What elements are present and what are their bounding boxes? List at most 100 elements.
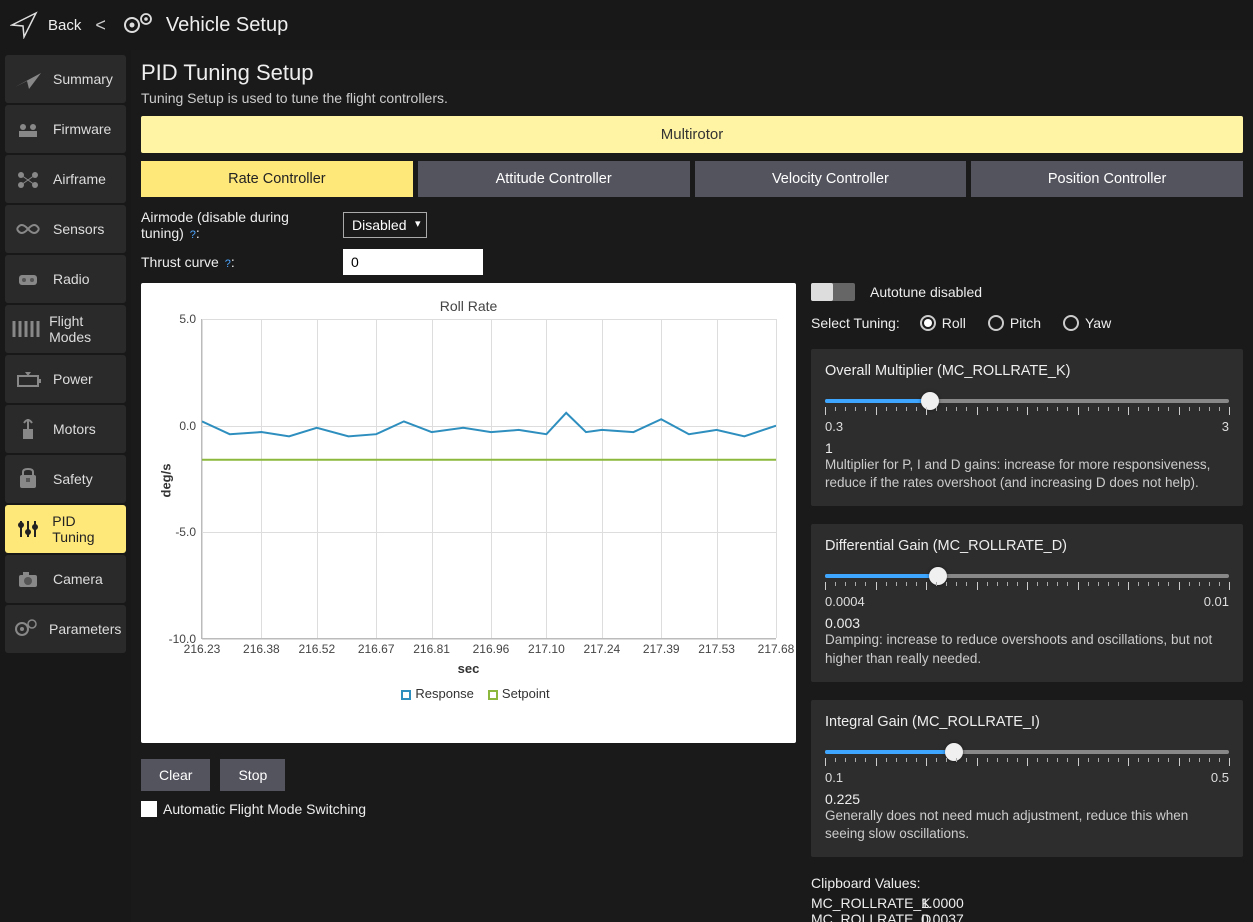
clipboard-row: MC_ROLLRATE_D0.0037	[811, 911, 1243, 922]
power-icon	[11, 364, 45, 394]
airframe-icon	[11, 164, 45, 194]
app-logo-icon	[10, 11, 38, 39]
pid-tuning-icon	[11, 514, 44, 544]
chart-title: Roll Rate	[151, 298, 786, 314]
radio-roll[interactable]: Roll	[920, 315, 966, 331]
slider-min: 0.3	[825, 419, 843, 434]
slider-mid: 0.003	[825, 615, 1229, 631]
sensors-icon	[11, 214, 45, 244]
slider-min: 0.1	[825, 770, 843, 785]
tab-rate-controller[interactable]: Rate Controller	[141, 161, 413, 197]
auto-flightmode-checkbox[interactable]	[141, 801, 157, 817]
radio-label: Pitch	[1010, 315, 1041, 331]
slider-mid: 0.225	[825, 791, 1229, 807]
slider-min: 0.0004	[825, 594, 865, 609]
sidebar-item-label: Airframe	[53, 171, 106, 187]
clear-button[interactable]: Clear	[141, 759, 210, 791]
motors-icon	[11, 414, 45, 444]
sidebar-item-safety[interactable]: Safety	[5, 455, 126, 503]
sidebar-item-label: PID Tuning	[52, 513, 120, 545]
sidebar-item-label: Radio	[53, 271, 90, 287]
radio-icon	[920, 315, 936, 331]
sidebar-item-label: Sensors	[53, 221, 104, 237]
help-icon[interactable]: ?	[225, 258, 231, 270]
radio-label: Yaw	[1085, 315, 1111, 331]
flight-modes-icon	[11, 314, 41, 344]
slider-desc: Multiplier for P, I and D gains: increas…	[825, 456, 1229, 492]
sidebar-item-flight-modes[interactable]: Flight Modes	[5, 305, 126, 353]
sidebar-item-parameters[interactable]: Parameters	[5, 605, 126, 653]
safety-icon	[11, 464, 45, 494]
sidebar-item-summary[interactable]: Summary	[5, 55, 126, 103]
sidebar-item-label: Power	[53, 371, 93, 387]
radio-yaw[interactable]: Yaw	[1063, 315, 1111, 331]
slider-mid: 1	[825, 440, 1229, 456]
thrust-label: Thrust curve ?:	[141, 254, 331, 270]
clipboard-title: Clipboard Values:	[811, 875, 1243, 891]
sidebar-item-label: Flight Modes	[49, 313, 120, 345]
parameters-icon	[11, 614, 41, 644]
page-title: PID Tuning Setup	[141, 60, 1243, 86]
chart-box: Roll Rate deg/s -10.0-5.00.05.0216.23216…	[141, 283, 796, 743]
slider-track[interactable]	[825, 574, 1229, 578]
slider-title: Differential Gain (MC_ROLLRATE_D)	[825, 538, 1229, 554]
chart-legend: ResponseSetpoint	[151, 686, 786, 701]
airmode-label: Airmode (disable during tuning) ?:	[141, 209, 331, 241]
autotune-toggle[interactable]	[811, 283, 855, 301]
stop-button[interactable]: Stop	[220, 759, 285, 791]
radio-icon	[11, 264, 45, 294]
sidebar-item-label: Motors	[53, 421, 96, 437]
sidebar-item-airframe[interactable]: Airframe	[5, 155, 126, 203]
sidebar-item-power[interactable]: Power	[5, 355, 126, 403]
firmware-icon	[11, 114, 45, 144]
slider-box-0: Overall Multiplier (MC_ROLLRATE_K) 0.3 3 1M…	[811, 349, 1243, 506]
sidebar-item-firmware[interactable]: Firmware	[5, 105, 126, 153]
page-desc: Tuning Setup is used to tune the flight …	[141, 90, 1243, 106]
chart-xlabel: sec	[151, 661, 786, 676]
sidebar-item-label: Summary	[53, 71, 113, 87]
slider-title: Integral Gain (MC_ROLLRATE_I)	[825, 714, 1229, 730]
back-chevron-icon: <	[91, 15, 110, 36]
slider-box-2: Integral Gain (MC_ROLLRATE_I) 0.1 0.5 0.225…	[811, 700, 1243, 857]
sidebar-item-motors[interactable]: Motors	[5, 405, 126, 453]
radio-icon	[1063, 315, 1079, 331]
slider-box-1: Differential Gain (MC_ROLLRATE_D) 0.0004 0…	[811, 524, 1243, 681]
back-button[interactable]: Back	[48, 17, 81, 34]
auto-flightmode-label: Automatic Flight Mode Switching	[163, 801, 366, 817]
radio-icon	[988, 315, 1004, 331]
slider-track[interactable]	[825, 399, 1229, 403]
clipboard-row: MC_ROLLRATE_K1.0000	[811, 895, 1243, 911]
page-section-title: Vehicle Setup	[166, 14, 288, 37]
radio-pitch[interactable]: Pitch	[988, 315, 1041, 331]
radio-label: Roll	[942, 315, 966, 331]
camera-icon	[11, 564, 45, 594]
slider-track[interactable]	[825, 750, 1229, 754]
tab-position-controller[interactable]: Position Controller	[971, 161, 1243, 197]
sidebar-item-label: Camera	[53, 571, 103, 587]
slider-max: 0.01	[1204, 594, 1229, 609]
sidebar-item-radio[interactable]: Radio	[5, 255, 126, 303]
sidebar-item-label: Parameters	[49, 621, 121, 637]
sidebar: Summary Firmware Airframe Sensors Radio Fligh…	[0, 50, 131, 922]
slider-max: 0.5	[1211, 770, 1229, 785]
thrust-input[interactable]	[343, 249, 483, 275]
sidebar-item-pid-tuning[interactable]: PID Tuning	[5, 505, 126, 553]
tab-attitude-controller[interactable]: Attitude Controller	[418, 161, 690, 197]
slider-desc: Damping: increase to reduce overshoots a…	[825, 631, 1229, 667]
slider-max: 3	[1222, 419, 1229, 434]
controller-tabs: Rate ControllerAttitude ControllerVeloci…	[141, 161, 1243, 197]
sidebar-item-label: Safety	[53, 471, 93, 487]
airmode-select[interactable]: Disabled	[343, 212, 427, 238]
slider-desc: Generally does not need much adjustment,…	[825, 807, 1229, 843]
sidebar-item-camera[interactable]: Camera	[5, 555, 126, 603]
chart-ylabel: deg/s	[158, 464, 173, 498]
slider-title: Overall Multiplier (MC_ROLLRATE_K)	[825, 363, 1229, 379]
sidebar-item-label: Firmware	[53, 121, 111, 137]
sidebar-item-sensors[interactable]: Sensors	[5, 205, 126, 253]
vehicle-type-banner: Multirotor	[141, 116, 1243, 153]
help-icon[interactable]: ?	[190, 229, 196, 241]
gears-icon	[120, 11, 156, 39]
tab-velocity-controller[interactable]: Velocity Controller	[695, 161, 967, 197]
summary-icon	[11, 64, 45, 94]
select-tuning-label: Select Tuning:	[811, 315, 900, 331]
